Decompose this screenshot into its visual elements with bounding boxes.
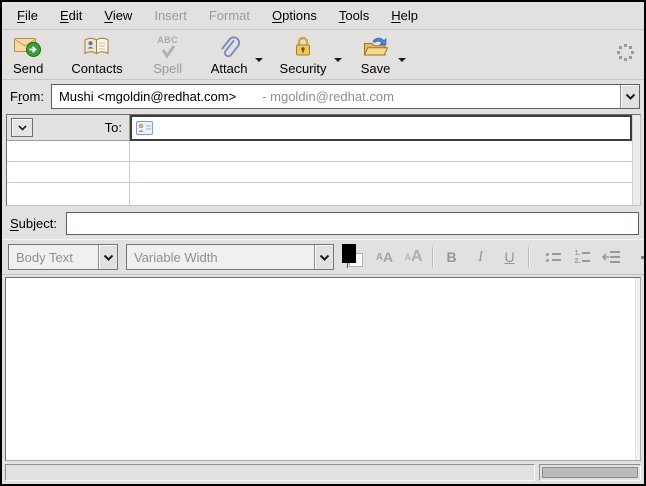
body-scrollbar-gutter[interactable] [635,278,640,460]
font-size-a-icon: A [376,252,383,263]
subject-label: Subject: [10,216,57,231]
from-label: From: [10,89,44,104]
send-label: Send [13,61,43,76]
menu-tools[interactable]: Tools [328,8,380,23]
recipient-empty-row[interactable] [7,141,632,162]
spell-icon: ABC [157,33,178,61]
security-dropdown-arrow-icon[interactable] [334,58,342,66]
progress-panel [539,464,641,481]
outdent-button [597,244,626,270]
attach-dropdown-arrow-icon[interactable] [255,58,263,66]
recipient-type-cell: To: [7,115,130,141]
spell-button: ABC Spell [146,32,190,76]
message-body-input[interactable] [6,278,635,460]
italic-button: I [466,244,495,270]
attach-label: Attach [211,61,248,76]
chevron-down-icon [625,93,636,100]
recipient-empty-row[interactable] [7,183,632,205]
color-swatch-tick [347,263,348,268]
from-hint: - mgoldin@redhat.com [262,89,394,104]
contacts-button[interactable]: Contacts [64,32,129,76]
foreground-color-swatch [342,244,356,263]
security-button[interactable]: Security [273,32,334,76]
menu-view[interactable]: View [93,8,143,23]
menu-insert: Insert [143,8,198,23]
bold-button: B [437,244,466,270]
recipient-scrollbar-gutter[interactable] [632,115,640,205]
save-dropdown-arrow-icon[interactable] [398,58,406,66]
underline-button: U [495,244,524,270]
toolbar-separator [528,247,529,267]
from-value: Mushi <mgoldin@redhat.com> [59,89,236,104]
paragraph-style-combobox: Body Text [8,244,118,270]
format-toolbar: Body Text Variable Width AA AA [2,239,644,275]
contact-card-icon [136,121,153,135]
menu-format: Format [198,8,261,23]
outdent-icon [602,250,622,264]
recipient-type-dropdown[interactable] [11,118,33,137]
menu-options[interactable]: Options [261,8,328,23]
chevron-down-icon [103,254,114,261]
recipient-header-row: To: [7,115,632,141]
menubar: File Edit View Insert Format Options Too… [2,2,644,30]
recipient-table: To: [6,114,641,206]
bullet-list-button [539,244,568,270]
from-identity-combobox[interactable]: Mushi <mgoldin@redhat.com> - mgoldin@red… [51,84,640,109]
attach-icon [217,33,241,61]
bullet-list-icon [546,253,561,262]
attach-button[interactable]: Attach [204,32,255,76]
paragraph-style-arrow-button [98,245,117,269]
recipient-empty-row[interactable] [7,162,632,183]
save-button[interactable]: Save [354,32,398,76]
spell-label: Spell [153,61,182,76]
status-message-panel [5,464,535,481]
contacts-icon [82,33,112,61]
to-label: To: [33,120,125,135]
font-size-a-icon: A [383,249,393,265]
save-label: Save [361,61,391,76]
subject-row: Subject: [2,208,644,238]
toolbar: Send Contacts ABC [2,30,644,80]
contacts-label: Contacts [71,61,122,76]
security-label: Security [280,61,327,76]
chevron-down-icon [18,125,27,131]
chevron-down-icon [319,254,330,261]
numbered-list-icon: 1. 2. [575,250,591,265]
numbered-list-button: 1. 2. [568,244,597,270]
message-body-area [5,277,641,461]
indent-button-clipped [641,256,644,259]
security-icon [292,33,314,61]
to-address-input[interactable] [130,115,632,141]
send-button[interactable]: Send [6,32,50,76]
increase-font-size-button: AA [399,244,428,270]
text-color-picker[interactable] [340,244,370,270]
font-family-value: Variable Width [127,245,314,269]
decrease-font-size-button: AA [370,244,399,270]
menu-edit[interactable]: Edit [49,8,93,23]
paragraph-style-value: Body Text [9,245,98,269]
send-icon [13,33,43,61]
throbber-spinner-icon [616,43,635,62]
font-size-a-icon: A [411,248,423,266]
subject-input[interactable] [66,212,639,235]
progress-bar [542,467,638,478]
menu-help[interactable]: Help [380,8,429,23]
from-row: From: Mushi <mgoldin@redhat.com> - mgold… [2,80,644,112]
menu-file[interactable]: File [6,8,49,23]
font-family-arrow-button [314,245,333,269]
statusbar [2,463,644,484]
save-icon [362,33,390,61]
compose-window: File Edit View Insert Format Options Too… [0,0,646,486]
toolbar-separator [432,247,433,267]
font-family-combobox: Variable Width [126,244,334,270]
from-combo-arrow-button[interactable] [620,85,639,108]
